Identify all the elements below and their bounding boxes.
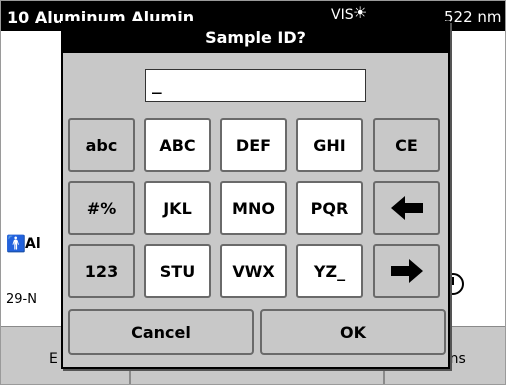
key-vwx[interactable]: VWX [220,244,287,298]
key-def[interactable]: DEF [220,118,287,172]
sample-id-input[interactable]: _ [145,69,366,102]
key-cursor-right[interactable] [373,244,440,298]
key-jkl[interactable]: JKL [144,181,211,235]
lamp-icon: ☀ [353,3,368,22]
key-ghi[interactable]: GHI [296,118,363,172]
key-pqr[interactable]: PQR [296,181,363,235]
cancel-button[interactable]: Cancel [68,309,254,355]
key-clear-entry[interactable]: CE [373,118,440,172]
key-lowercase-mode[interactable]: abc [68,118,135,172]
key-symbols-mode[interactable]: #% [68,181,135,235]
date-label: 29-N [6,292,37,307]
key-yz-space[interactable]: YZ_ [296,244,363,298]
operator-label: Al [25,236,41,252]
operator-icon: 🚹 [6,234,26,253]
key-numeric-mode[interactable]: 123 [68,244,135,298]
arrow-right-icon [390,259,423,283]
sample-id-dialog: Sample ID? _ abc ABC DEF GHI CE #% JKL M… [61,21,450,369]
instrument-screen: 10 Aluminum Alumin VIS ☀ 522 nm 🚹 Al 29-… [0,0,506,385]
bottom-left-button-label[interactable]: E [49,351,58,367]
dialog-title: Sample ID? [63,23,448,53]
arrow-left-icon [390,196,423,220]
ok-button[interactable]: OK [260,309,446,355]
key-mno[interactable]: MNO [220,181,287,235]
key-abc[interactable]: ABC [144,118,211,172]
wavelength-label: 522 nm [444,8,502,26]
key-stu[interactable]: STU [144,244,211,298]
key-backspace[interactable] [373,181,440,235]
